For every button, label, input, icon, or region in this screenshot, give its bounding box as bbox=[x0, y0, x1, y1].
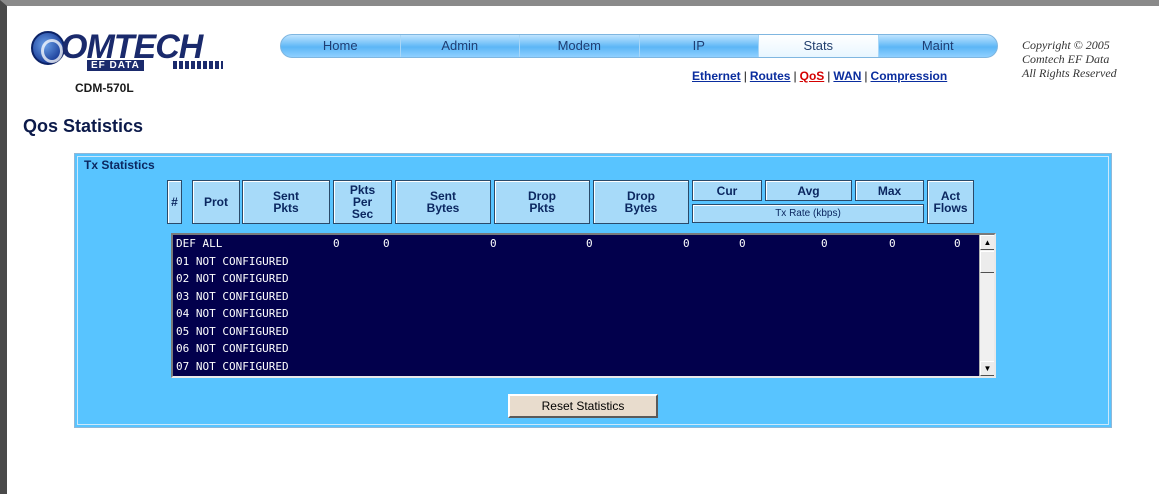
row-label: 06 NOT CONFIGURED bbox=[176, 342, 289, 355]
value-drop-pkts: 0 bbox=[586, 237, 593, 250]
main-nav: Home Admin Modem IP Stats Maint bbox=[280, 34, 998, 58]
list-item[interactable]: DEF ALL 0 0 0 0 0 0 0 0 0 bbox=[173, 235, 994, 253]
comtech-logo: OMTECH EF DATA bbox=[27, 28, 247, 98]
subnav-link-routes[interactable]: Routes bbox=[750, 69, 791, 83]
vertical-scrollbar[interactable]: ▲ ▼ bbox=[979, 235, 994, 376]
copyright-line-1: Copyright © 2005 bbox=[1022, 38, 1110, 52]
nav-tab-ip[interactable]: IP bbox=[640, 35, 759, 57]
reset-statistics-button[interactable]: Reset Statistics bbox=[508, 394, 658, 418]
logo-bars-icon bbox=[173, 61, 223, 69]
nav-tab-admin[interactable]: Admin bbox=[401, 35, 520, 57]
list-item[interactable]: 07 NOT CONFIGURED bbox=[173, 358, 994, 376]
list-item[interactable]: 01 NOT CONFIGURED bbox=[173, 253, 994, 271]
row-label: 04 NOT CONFIGURED bbox=[176, 307, 289, 320]
scroll-thumb[interactable] bbox=[980, 251, 994, 273]
copyright-notice: Copyright © 2005 Comtech EF Data All Rig… bbox=[1022, 38, 1159, 80]
tx-statistics-panel: Tx Statistics # Prot Sent Pkts Pkts Per … bbox=[74, 153, 1112, 428]
stats-subnav: Ethernet | Routes | QoS | WAN | Compression bbox=[692, 69, 948, 83]
row-label: 02 NOT CONFIGURED bbox=[176, 272, 289, 285]
header-act-flows: Act Flows bbox=[927, 180, 974, 224]
nav-tab-maint[interactable]: Maint bbox=[879, 35, 998, 57]
list-item[interactable]: 03 NOT CONFIGURED bbox=[173, 288, 994, 306]
model-name: CDM-570L bbox=[75, 81, 134, 95]
value-cur: 0 bbox=[739, 237, 746, 250]
header-avg: Avg bbox=[765, 180, 852, 201]
list-item[interactable]: 02 NOT CONFIGURED bbox=[173, 270, 994, 288]
globe-icon bbox=[31, 31, 65, 65]
row-label: 03 NOT CONFIGURED bbox=[176, 289, 289, 303]
page-title: Qos Statistics bbox=[23, 116, 144, 136]
copyright-line-2: Comtech EF Data bbox=[1022, 52, 1110, 66]
list-item[interactable]: 04 NOT CONFIGURED bbox=[173, 305, 994, 323]
subnav-link-qos[interactable]: QoS bbox=[800, 69, 825, 83]
list-item[interactable]: 06 NOT CONFIGURED bbox=[173, 340, 994, 358]
subnav-link-ethernet[interactable]: Ethernet bbox=[692, 69, 741, 83]
nav-tab-home[interactable]: Home bbox=[281, 35, 401, 57]
row-label: 01 NOT CONFIGURED bbox=[176, 254, 289, 268]
header-sent-bytes: Sent Bytes bbox=[395, 180, 491, 224]
value-avg: 0 bbox=[821, 237, 828, 250]
value-sent-pkts: 0 bbox=[333, 237, 340, 250]
header-sent-pkts: Sent Pkts bbox=[242, 180, 330, 224]
scroll-down-icon[interactable]: ▼ bbox=[980, 361, 994, 376]
header-max: Max bbox=[855, 180, 924, 201]
subnav-link-compression[interactable]: Compression bbox=[871, 69, 948, 83]
logo-subtitle: EF DATA bbox=[87, 60, 144, 71]
qos-stats-list[interactable]: DEF ALL 0 0 0 0 0 0 0 0 0 01 NOT CONFIGU… bbox=[171, 233, 996, 378]
subnav-link-wan[interactable]: WAN bbox=[833, 69, 861, 83]
row-label: 07 NOT CONFIGURED bbox=[176, 359, 289, 373]
row-label: 05 NOT CONFIGURED bbox=[176, 324, 289, 338]
scroll-up-icon[interactable]: ▲ bbox=[980, 235, 994, 250]
row-label: DEF ALL bbox=[176, 237, 223, 250]
value-drop-bytes: 0 bbox=[683, 237, 690, 250]
panel-title: Tx Statistics bbox=[84, 158, 155, 172]
header-prot: Prot bbox=[192, 180, 240, 224]
header-drop-pkts: Drop Pkts bbox=[494, 180, 590, 224]
value-pkts-per-sec: 0 bbox=[383, 237, 390, 250]
list-item[interactable]: 05 NOT CONFIGURED bbox=[173, 323, 994, 341]
nav-tab-stats[interactable]: Stats bbox=[759, 35, 879, 57]
header-pkts-per-sec: Pkts Per Sec bbox=[333, 180, 392, 224]
value-max: 0 bbox=[889, 237, 896, 250]
browser-frame: OMTECH EF DATA CDM-570L Home Admin Modem… bbox=[0, 0, 1159, 494]
header-cur: Cur bbox=[692, 180, 762, 201]
header-tx-rate: Tx Rate (kbps) bbox=[692, 204, 924, 223]
copyright-line-3: All Rights Reserved bbox=[1022, 66, 1117, 80]
value-act-flows: 0 bbox=[954, 237, 961, 250]
header-num: # bbox=[167, 180, 182, 224]
header-drop-bytes: Drop Bytes bbox=[593, 180, 689, 224]
value-sent-bytes: 0 bbox=[490, 237, 497, 250]
nav-tab-modem[interactable]: Modem bbox=[520, 35, 640, 57]
